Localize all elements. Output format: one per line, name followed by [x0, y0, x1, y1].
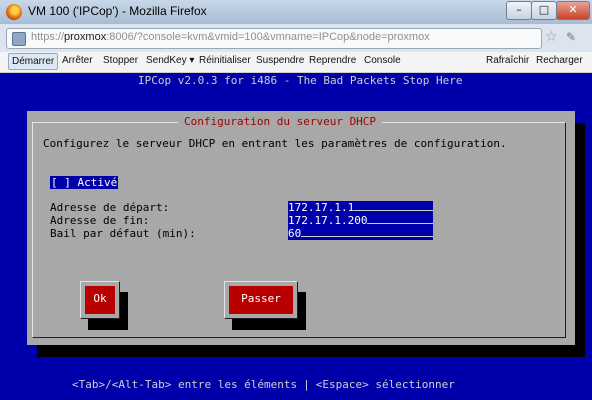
default-lease-field[interactable]: 60 — [288, 227, 433, 240]
skip-button-label: Passer — [229, 286, 293, 314]
end-address-field[interactable]: 172.17.1.200 — [288, 214, 433, 227]
console-button[interactable]: Console — [364, 55, 401, 66]
end-address-label: Adresse de fin: — [50, 214, 150, 227]
address-field[interactable]: https://proxmox:8006/?console=kvm&vmid=1… — [6, 28, 542, 49]
reset-button[interactable]: Réinitialiser — [199, 55, 251, 66]
stop-button[interactable]: Stopper — [103, 55, 138, 66]
footer-separator: | — [303, 378, 310, 391]
console-header: IPCop v2.0.3 for i486 - The Bad Packets … — [138, 74, 463, 87]
bookmark-star-icon[interactable]: ☆ — [545, 29, 558, 45]
skip-button[interactable]: Passer — [224, 281, 298, 319]
start-button[interactable]: Démarrer — [8, 53, 59, 70]
footer-nav-hint: <Tab>/<Alt-Tab> entre les éléments — [72, 378, 298, 391]
url-rest: :8006/?console=kvm&vmid=100&vmname=IPCop… — [106, 31, 430, 43]
close-button[interactable]: ✕ — [556, 1, 590, 20]
default-lease-label: Bail par défaut (min): — [50, 227, 196, 240]
suspend-button[interactable]: Suspendre — [256, 55, 304, 66]
url-host: proxmox — [64, 31, 107, 43]
dialog-title-text: Configuration du serveur DHCP — [184, 115, 377, 128]
addons-icon[interactable]: ✎ — [566, 30, 576, 44]
navigation-bar: https://proxmox:8006/?console=kvm&vmid=1… — [0, 24, 592, 53]
resume-button[interactable]: Reprendre — [309, 55, 356, 66]
firefox-icon — [6, 4, 22, 20]
dialog-intro: Configurez le serveur DHCP en entrant le… — [43, 137, 507, 150]
ok-button-label: Ok — [85, 286, 115, 314]
console-toolbar: Démarrer Arrêter Stopper SendKey ▾ Réini… — [0, 52, 592, 73]
end-address-value: 172.17.1.200 — [288, 214, 368, 227]
minimize-button[interactable]: – — [506, 1, 532, 20]
window-titlebar: VM 100 ('IPCop') - Mozilla Firefox – □ ✕ — [0, 0, 592, 24]
vnc-console-screen[interactable]: IPCop v2.0.3 for i486 - The Bad Packets … — [0, 73, 592, 400]
reload-button[interactable]: Recharger — [536, 55, 583, 66]
dhcp-dialog: Configuration du serveur DHCP Configurez… — [27, 111, 575, 345]
url-prefix: https:// — [31, 31, 65, 43]
start-address-label: Adresse de départ: — [50, 201, 170, 214]
shutdown-button[interactable]: Arrêter — [62, 55, 93, 66]
start-address-field[interactable]: 172.17.1.1 — [288, 201, 433, 214]
address-text[interactable]: https://proxmox:8006/?console=kvm&vmid=1… — [31, 31, 430, 43]
ok-button[interactable]: Ok — [80, 281, 120, 319]
start-address-value: 172.17.1.1 — [288, 201, 355, 214]
site-identity-icon[interactable] — [12, 32, 26, 46]
sendkey-button[interactable]: SendKey ▾ — [146, 55, 194, 66]
default-lease-value: 60 — [288, 227, 302, 240]
maximize-button[interactable]: □ — [531, 1, 557, 20]
footer-select-hint: <Espace> sélectionner — [315, 378, 455, 391]
console-footer: <Tab>/<Alt-Tab> entre les éléments | <Espa… — [72, 378, 455, 391]
window-title: VM 100 ('IPCop') - Mozilla Firefox — [28, 4, 207, 18]
enable-checkbox[interactable]: [ ] Activé — [50, 176, 119, 189]
refresh-button[interactable]: Rafraîchir — [486, 55, 529, 66]
dialog-title: Configuration du serveur DHCP — [178, 115, 383, 128]
